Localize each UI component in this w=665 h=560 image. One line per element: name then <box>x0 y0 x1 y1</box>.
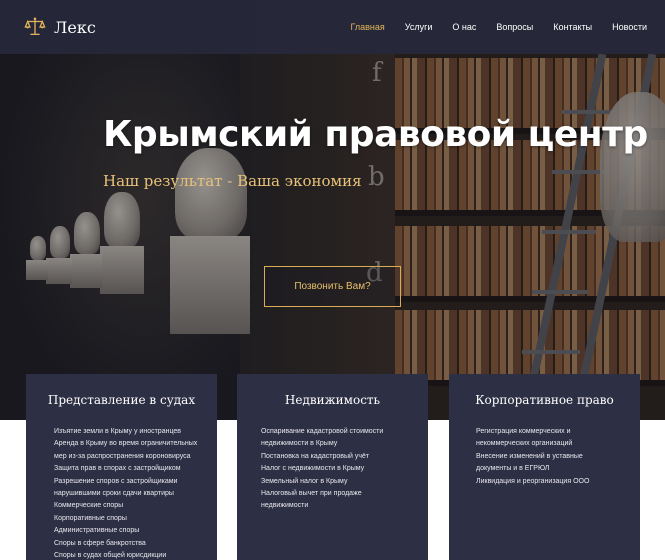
service-card-real-estate: Недвижимость Оспаривание кадастровой сто… <box>237 374 428 560</box>
card-list-item[interactable]: Изъятие земли в Крыму у иностранцев <box>54 426 203 438</box>
card-list-item[interactable]: Корпоративные споры <box>54 513 203 525</box>
card-list-item[interactable]: нарушившими сроки сдачи квартиры <box>54 488 203 500</box>
nav-item-services[interactable]: Услуги <box>405 22 433 32</box>
scales-of-justice-icon <box>24 17 46 35</box>
card-list-item[interactable]: Административные споры <box>54 525 203 537</box>
card-list-item[interactable]: Постановка на кадастровый учёт <box>261 451 414 463</box>
nav-item-faq[interactable]: Вопросы <box>496 22 533 32</box>
logo[interactable]: Лекс <box>24 16 96 38</box>
card-list-item[interactable]: мер из-за распространения короновируса <box>54 451 203 463</box>
hero-title: Крымский правовой центр <box>103 114 648 155</box>
card-title: Корпоративное право <box>475 393 614 407</box>
nav-item-contacts[interactable]: Контакты <box>553 22 592 32</box>
call-me-button[interactable]: Позвонить Вам? <box>264 266 401 307</box>
card-list-item[interactable]: документы и в ЕГРЮЛ <box>476 463 626 475</box>
service-card-courts: Представление в судах Изъятие земли в Кр… <box>26 374 217 560</box>
card-title: Недвижимость <box>284 393 381 407</box>
card-list-item[interactable]: Защита прав в спорах с застройщиком <box>54 463 203 475</box>
card-list-item[interactable]: Налоговый вычет при продаже <box>261 488 414 500</box>
navbar: Лекс Главная Услуги О нас Вопросы Контак… <box>0 0 665 54</box>
card-list: Изъятие земли в Крыму у иностранцев Арен… <box>26 426 217 560</box>
card-list-item[interactable]: Оспаривание кадастровой стоимости <box>261 426 414 438</box>
card-list-item[interactable]: недвижимости в Крыму <box>261 438 414 450</box>
card-list-item[interactable]: Налог с недвижимости в Крыму <box>261 463 414 475</box>
card-list-item[interactable]: Регистрация коммерческих и <box>476 426 626 438</box>
card-list-item[interactable]: Аренда в Крыму во время ограничительных <box>54 438 203 450</box>
nav-item-about[interactable]: О нас <box>452 22 476 32</box>
card-title: Представление в судах <box>47 393 196 407</box>
card-list: Оспаривание кадастровой стоимости недвиж… <box>237 426 428 513</box>
main-nav: Главная Услуги О нас Вопросы Контакты Но… <box>330 0 647 54</box>
hero-subtitle: Наш результат - Ваша экономия <box>103 172 362 190</box>
service-card-corporate: Корпоративное право Регистрация коммерче… <box>449 374 640 560</box>
hero-background: f b d <box>0 0 665 420</box>
card-list-item[interactable]: Внесение изменений в уставные <box>476 451 626 463</box>
card-list-item[interactable]: Разрешение споров с застройщиками <box>54 476 203 488</box>
card-list: Регистрация коммерческих и некоммерчески… <box>449 426 640 488</box>
nav-item-home[interactable]: Главная <box>350 22 384 32</box>
card-list-item[interactable]: недвижимости <box>261 500 414 512</box>
nav-item-news[interactable]: Новости <box>612 22 647 32</box>
card-list-item[interactable]: Коммерческие споры <box>54 500 203 512</box>
card-list-item[interactable]: Споры в судах общей юрисдикции <box>54 550 203 560</box>
card-list-item[interactable]: Земельный налог в Крыму <box>261 476 414 488</box>
hero-overlay <box>0 0 665 420</box>
logo-text: Лекс <box>54 17 96 37</box>
card-list-item[interactable]: Споры в сфере банкротства <box>54 538 203 550</box>
card-list-item[interactable]: некоммерческих организаций <box>476 438 626 450</box>
card-list-item[interactable]: Ликвидация и реорганизация ООО <box>476 476 626 488</box>
